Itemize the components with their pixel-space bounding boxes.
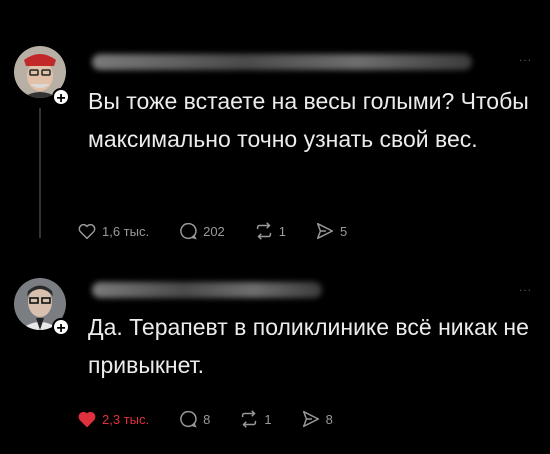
comment-count: 202 xyxy=(203,223,225,239)
send-icon xyxy=(302,410,319,428)
blurred-username xyxy=(92,54,472,70)
send-icon xyxy=(316,222,334,240)
repost-button[interactable]: 1 xyxy=(253,220,286,242)
repost-button[interactable]: 1 xyxy=(238,408,272,430)
share-button[interactable]: 5 xyxy=(314,220,347,242)
comment-button[interactable]: 8 xyxy=(177,408,210,430)
like-button[interactable]: 2,3 тыс. xyxy=(76,408,149,430)
like-count: 2,3 тыс. xyxy=(102,411,150,427)
share-button[interactable]: 8 xyxy=(300,408,333,430)
heart-filled-icon xyxy=(78,411,96,428)
share-count: 5 xyxy=(340,223,348,239)
comment-bubble-icon xyxy=(180,222,197,240)
post: + ... Вы тоже встаете на весы голыми? Чт… xyxy=(0,38,550,258)
thread-line xyxy=(39,108,41,238)
comment-button[interactable]: 202 xyxy=(177,220,225,242)
repost-count: 1 xyxy=(264,411,272,427)
post-text: Да. Терапевт в поликлинике всё никак не … xyxy=(88,314,529,378)
blurred-username xyxy=(92,282,322,298)
post-text: Вы тоже встаете на весы голыми? Чтобы ма… xyxy=(88,88,529,152)
repost-icon xyxy=(242,410,257,428)
repost-count: 1 xyxy=(278,223,287,239)
follow-button[interactable]: + xyxy=(52,88,70,107)
comment-count: 8 xyxy=(203,411,211,427)
follow-button[interactable]: + xyxy=(52,318,70,337)
post-actions: 1,6 тыс. 202 1 5 xyxy=(76,220,375,242)
repost-icon xyxy=(256,222,271,240)
comment-bubble-icon xyxy=(180,410,197,428)
more-options-icon[interactable]: ... xyxy=(519,50,532,64)
more-options-icon[interactable]: ... xyxy=(519,280,532,294)
like-count: 1,6 тыс. xyxy=(102,223,150,239)
heart-icon xyxy=(78,223,96,240)
like-button[interactable]: 1,6 тыс. xyxy=(76,220,149,242)
post: + ... Да. Терапевт в поликлинике всё ник… xyxy=(0,268,550,454)
share-count: 8 xyxy=(325,411,333,427)
post-actions: 2,3 тыс. 8 1 8 xyxy=(76,408,361,430)
